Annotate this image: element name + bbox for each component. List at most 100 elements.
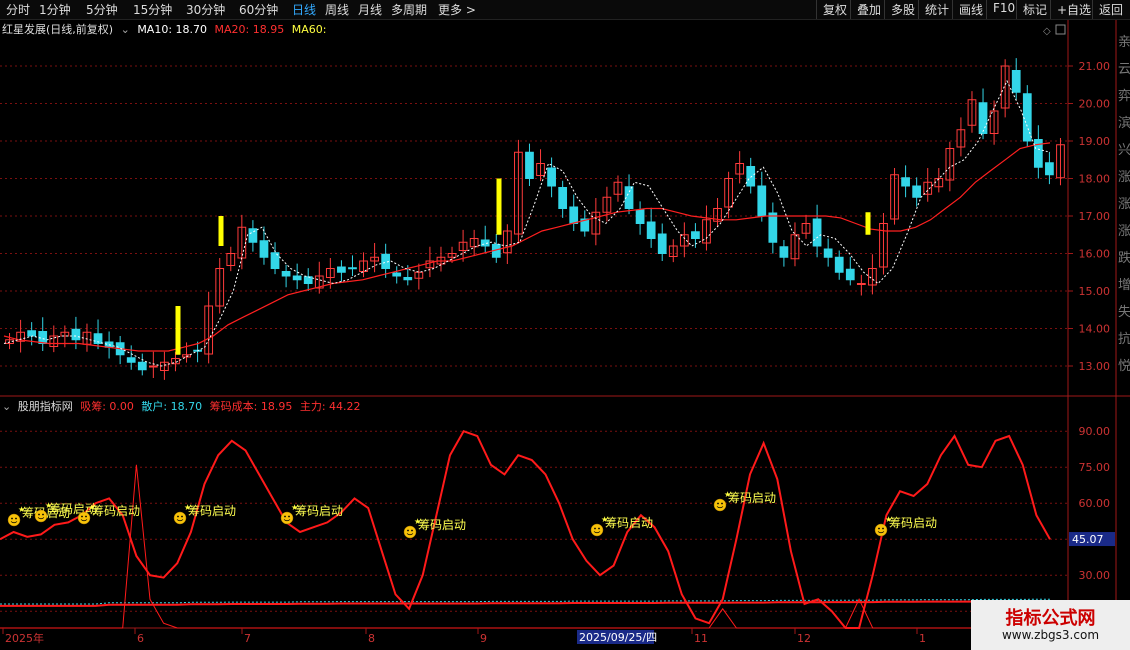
price-tick-label: 16.00 (1079, 248, 1111, 261)
signal-marker: ★筹码启动 (173, 503, 236, 525)
watermark-title: 指标公式网 (1005, 608, 1096, 629)
candle-body (392, 272, 402, 277)
signal-marker: ★筹码启动 (403, 517, 466, 539)
time-tick-label: 1 (919, 632, 926, 645)
side-strip-glyph: 涨 (1118, 224, 1130, 239)
smiley-eye (284, 515, 286, 518)
signal-bar (496, 178, 502, 235)
chart-canvas[interactable]: ◇ ★筹码启动★筹码启动★筹码启动★筹码启动★筹码启动★筹码启动★筹码启动★筹码… (0, 0, 1130, 650)
signal-label: 筹码启动 (605, 516, 653, 530)
smiley-icon (173, 511, 187, 525)
time-tick-label: 8 (368, 632, 375, 645)
time-tick-label: 2025年 (5, 631, 44, 645)
candle-body (901, 177, 910, 187)
signal-label: 筹码启动 (92, 504, 140, 518)
price-tick-label: 20.00 (1079, 98, 1111, 111)
time-cursor-label: 2025/09/25/四 (579, 631, 657, 644)
time-tick-label: 6 (137, 632, 144, 645)
candle-body (812, 218, 822, 247)
candle-body (912, 185, 922, 198)
price-tick-label: 15.00 (1079, 285, 1111, 298)
candle-body (978, 102, 988, 134)
smiley-eye (717, 502, 719, 505)
smiley-eye (181, 515, 183, 518)
signal-label: 筹码启动 (295, 504, 343, 518)
signal-marker: ★筹码启动 (77, 503, 140, 525)
price-tick-label: 14.00 (1079, 323, 1111, 336)
smiley-eye (85, 515, 87, 518)
candle-body (126, 357, 136, 363)
candle-body (646, 221, 656, 239)
candle-body (823, 248, 833, 258)
side-strip-glyph: 失 (1118, 305, 1130, 320)
candle-body (403, 277, 413, 281)
window-icon[interactable] (1055, 24, 1066, 35)
candle-body (757, 185, 767, 217)
time-tick-label: 7 (244, 632, 251, 645)
candle-body (281, 271, 291, 277)
candle-body (303, 276, 313, 284)
candle-body (746, 166, 756, 187)
side-strip-glyph: 弈 (1118, 88, 1130, 104)
smiley-eye (411, 529, 413, 532)
side-strip-glyph: 亲 (1118, 35, 1130, 50)
price-tick-label: 21.00 (1079, 60, 1111, 73)
smiley-eye (11, 517, 13, 520)
price-tick-label: 13.00 (1079, 360, 1111, 373)
signal-marker: ★筹码启动 (874, 515, 937, 537)
diamond-icon[interactable]: ◇ (1043, 26, 1051, 37)
signal-label: 筹码启动 (418, 518, 466, 532)
signal-marker: ★筹码启动 (590, 515, 653, 537)
smiley-icon (280, 511, 294, 525)
smiley-eye (407, 529, 409, 532)
smiley-icon (7, 513, 21, 527)
candle-body (834, 256, 844, 273)
signal-marker: ★筹码启动 (713, 490, 776, 512)
smiley-eye (878, 527, 880, 530)
watermark-logo: 指标公式网 www.zbgs3.com (971, 600, 1130, 650)
candle-body (558, 187, 568, 209)
side-strip-glyph: 悦 (1118, 359, 1130, 374)
smiley-eye (598, 527, 600, 530)
candle-body (71, 328, 81, 341)
smiley-eye (882, 527, 884, 530)
candle-body (148, 365, 158, 368)
smiley-eye (15, 517, 17, 520)
candle-body (845, 268, 855, 281)
smiley-icon (34, 509, 48, 523)
side-strip-glyph: 增 (1118, 278, 1130, 293)
smiley-eye (38, 513, 40, 516)
smiley-eye (594, 527, 596, 530)
signal-bar (175, 306, 181, 355)
candle-body (27, 330, 37, 337)
candle-body (856, 283, 866, 285)
indicator-tick-label: 30.00 (1079, 569, 1111, 582)
candle-body (348, 267, 357, 270)
smiley-icon (713, 498, 727, 512)
ma-dotted-line (3, 79, 1051, 367)
signal-label: 筹码启动 (728, 491, 776, 505)
signal-label: 筹码启动 (188, 504, 236, 518)
candle-body (292, 275, 302, 281)
time-tick-label: 9 (480, 632, 487, 645)
candle-body (657, 233, 667, 254)
price-tick-label: 17.00 (1079, 210, 1111, 223)
candle-body (1045, 162, 1054, 176)
candle-body (569, 206, 579, 224)
smiley-icon (403, 525, 417, 539)
side-strip-glyph: 涨 (1118, 197, 1130, 212)
indicator-tick-label: 90.00 (1079, 425, 1111, 438)
time-tick-label: 11 (694, 632, 708, 645)
candle-body (635, 209, 645, 224)
time-tick-label: 12 (797, 632, 811, 645)
side-strip-glyph: 跌 (1118, 250, 1130, 266)
smiley-eye (177, 515, 179, 518)
candle-body (248, 228, 258, 243)
candle-body (525, 151, 534, 179)
current-value-label: 45.07 (1072, 533, 1104, 546)
candle-body (691, 231, 700, 239)
side-strip-glyph: 涨 (1118, 170, 1130, 185)
indicator-tick-label: 75.00 (1079, 461, 1111, 474)
candle-body (768, 212, 778, 243)
smiley-eye (81, 515, 83, 518)
